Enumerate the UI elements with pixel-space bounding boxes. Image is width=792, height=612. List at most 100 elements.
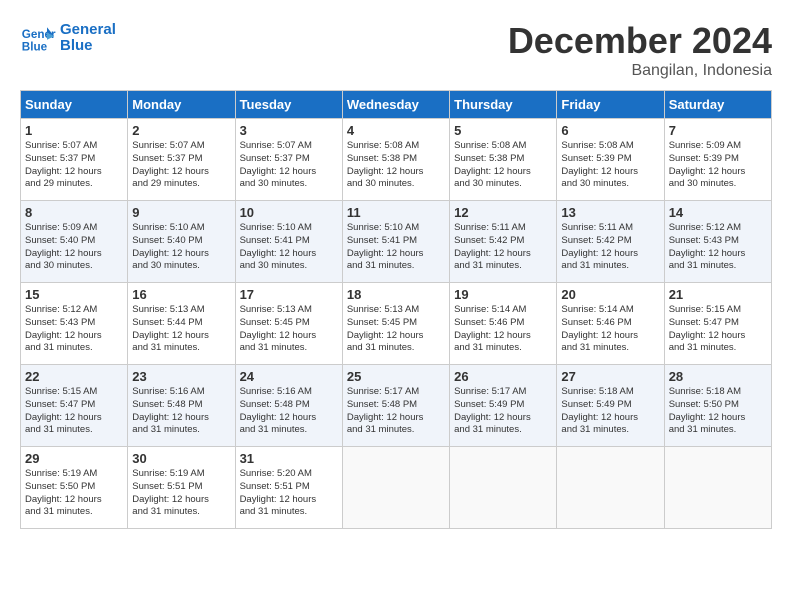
location-title: Bangilan, Indonesia <box>508 62 772 80</box>
day-number: 11 <box>347 205 445 220</box>
weekday-header-row: Sunday Monday Tuesday Wednesday Thursday… <box>21 91 772 119</box>
day-info: Sunrise: 5:07 AMSunset: 5:37 PMDaylight:… <box>132 140 230 191</box>
day-number: 18 <box>347 287 445 302</box>
day-number: 19 <box>454 287 552 302</box>
day-cell-31: 31 Sunrise: 5:20 AMSunset: 5:51 PMDayligh… <box>235 447 342 529</box>
day-info: Sunrise: 5:11 AMSunset: 5:42 PMDaylight:… <box>454 222 552 273</box>
day-info: Sunrise: 5:09 AMSunset: 5:40 PMDaylight:… <box>25 222 123 273</box>
day-info: Sunrise: 5:20 AMSunset: 5:51 PMDaylight:… <box>240 468 338 519</box>
day-info: Sunrise: 5:12 AMSunset: 5:43 PMDaylight:… <box>25 304 123 355</box>
day-number: 21 <box>669 287 767 302</box>
empty-cell <box>557 447 664 529</box>
day-cell-24: 24Sunrise: 5:16 AMSunset: 5:48 PMDayligh… <box>235 365 342 447</box>
day-number: 30 <box>132 451 230 466</box>
day-number: 16 <box>132 287 230 302</box>
day-info: Sunrise: 5:19 AMSunset: 5:51 PMDaylight:… <box>132 468 230 519</box>
day-info: Sunrise: 5:10 AMSunset: 5:41 PMDaylight:… <box>240 222 338 273</box>
day-info: Sunrise: 5:08 AMSunset: 5:38 PMDaylight:… <box>454 140 552 191</box>
day-info: Sunrise: 5:07 AMSunset: 5:37 PMDaylight:… <box>240 140 338 191</box>
day-info: Sunrise: 5:15 AMSunset: 5:47 PMDaylight:… <box>25 386 123 437</box>
day-number: 27 <box>561 369 659 384</box>
day-cell-17: 17 Sunrise: 5:13 AMSunset: 5:45 PMDayligh… <box>235 283 342 365</box>
day-cell-11: 11 Sunrise: 5:10 AMSunset: 5:41 PMDayligh… <box>342 201 449 283</box>
header-wednesday: Wednesday <box>342 91 449 119</box>
day-cell-18: 18 Sunrise: 5:13 AMSunset: 5:45 PMDayligh… <box>342 283 449 365</box>
day-number: 7 <box>669 123 767 138</box>
empty-cell <box>450 447 557 529</box>
day-info: Sunrise: 5:10 AMSunset: 5:41 PMDaylight:… <box>347 222 445 273</box>
day-cell-19: 19 Sunrise: 5:14 AMSunset: 5:46 PMDayligh… <box>450 283 557 365</box>
title-block: December 2024 Bangilan, Indonesia <box>508 20 772 80</box>
day-info: Sunrise: 5:16 AMSunset: 5:48 PMDaylight:… <box>240 386 338 437</box>
day-info: Sunrise: 5:18 AMSunset: 5:49 PMDaylight:… <box>561 386 659 437</box>
day-number: 25 <box>347 369 445 384</box>
day-number: 29 <box>25 451 123 466</box>
day-number: 3 <box>240 123 338 138</box>
header-monday: Monday <box>128 91 235 119</box>
day-info: Sunrise: 5:11 AMSunset: 5:42 PMDaylight:… <box>561 222 659 273</box>
day-cell-6: 6 Sunrise: 5:08 AMSunset: 5:39 PMDaylight… <box>557 119 664 201</box>
day-number: 23 <box>132 369 230 384</box>
day-cell-15: 15 Sunrise: 5:12 AMSunset: 5:43 PMDayligh… <box>21 283 128 365</box>
day-info: Sunrise: 5:15 AMSunset: 5:47 PMDaylight:… <box>669 304 767 355</box>
day-info: Sunrise: 5:08 AMSunset: 5:38 PMDaylight:… <box>347 140 445 191</box>
day-number: 8 <box>25 205 123 220</box>
header-sunday: Sunday <box>21 91 128 119</box>
day-cell-2: 2Sunrise: 5:07 AMSunset: 5:37 PMDaylight… <box>128 119 235 201</box>
calendar-body: 1Sunrise: 5:07 AMSunset: 5:37 PMDaylight… <box>21 119 772 529</box>
month-title: December 2024 <box>508 20 772 62</box>
day-number: 4 <box>347 123 445 138</box>
calendar-week-2: 8 Sunrise: 5:09 AMSunset: 5:40 PMDaylight… <box>21 201 772 283</box>
day-number: 17 <box>240 287 338 302</box>
day-number: 31 <box>240 451 338 466</box>
day-number: 15 <box>25 287 123 302</box>
day-number: 20 <box>561 287 659 302</box>
day-cell-16: 16Sunrise: 5:13 AMSunset: 5:44 PMDayligh… <box>128 283 235 365</box>
day-number: 14 <box>669 205 767 220</box>
day-number: 12 <box>454 205 552 220</box>
day-cell-21: 21 Sunrise: 5:15 AMSunset: 5:47 PMDayligh… <box>664 283 771 365</box>
day-cell-26: 26Sunrise: 5:17 AMSunset: 5:49 PMDayligh… <box>450 365 557 447</box>
day-info: Sunrise: 5:14 AMSunset: 5:46 PMDaylight:… <box>561 304 659 355</box>
logo-icon: General Blue <box>20 20 56 56</box>
day-cell-30: 30 Sunrise: 5:19 AMSunset: 5:51 PMDayligh… <box>128 447 235 529</box>
day-cell-7: 7 Sunrise: 5:09 AMSunset: 5:39 PMDaylight… <box>664 119 771 201</box>
day-info: Sunrise: 5:12 AMSunset: 5:43 PMDaylight:… <box>669 222 767 273</box>
calendar-week-3: 15 Sunrise: 5:12 AMSunset: 5:43 PMDayligh… <box>21 283 772 365</box>
day-info: Sunrise: 5:08 AMSunset: 5:39 PMDaylight:… <box>561 140 659 191</box>
day-cell-13: 13 Sunrise: 5:11 AMSunset: 5:42 PMDayligh… <box>557 201 664 283</box>
day-number: 6 <box>561 123 659 138</box>
day-info: Sunrise: 5:14 AMSunset: 5:46 PMDaylight:… <box>454 304 552 355</box>
calendar-week-1: 1Sunrise: 5:07 AMSunset: 5:37 PMDaylight… <box>21 119 772 201</box>
day-cell-9: 9Sunrise: 5:10 AMSunset: 5:40 PMDaylight… <box>128 201 235 283</box>
logo-line1: General <box>60 22 116 39</box>
day-info: Sunrise: 5:17 AMSunset: 5:48 PMDaylight:… <box>347 386 445 437</box>
day-number: 13 <box>561 205 659 220</box>
page-header: General Blue General Blue December 2024 … <box>20 20 772 80</box>
header-thursday: Thursday <box>450 91 557 119</box>
day-number: 22 <box>25 369 123 384</box>
day-cell-12: 12 Sunrise: 5:11 AMSunset: 5:42 PMDayligh… <box>450 201 557 283</box>
logo: General Blue General Blue <box>20 20 116 56</box>
day-cell-27: 27 Sunrise: 5:18 AMSunset: 5:49 PMDayligh… <box>557 365 664 447</box>
day-info: Sunrise: 5:13 AMSunset: 5:45 PMDaylight:… <box>240 304 338 355</box>
calendar-table: Sunday Monday Tuesday Wednesday Thursday… <box>20 90 772 529</box>
day-cell-8: 8 Sunrise: 5:09 AMSunset: 5:40 PMDaylight… <box>21 201 128 283</box>
svg-text:Blue: Blue <box>22 41 48 54</box>
day-cell-4: 4 Sunrise: 5:08 AMSunset: 5:38 PMDaylight… <box>342 119 449 201</box>
day-cell-10: 10Sunrise: 5:10 AMSunset: 5:41 PMDayligh… <box>235 201 342 283</box>
day-info: Sunrise: 5:16 AMSunset: 5:48 PMDaylight:… <box>132 386 230 437</box>
header-friday: Friday <box>557 91 664 119</box>
header-saturday: Saturday <box>664 91 771 119</box>
day-info: Sunrise: 5:13 AMSunset: 5:45 PMDaylight:… <box>347 304 445 355</box>
day-number: 26 <box>454 369 552 384</box>
logo-line2: Blue <box>60 38 116 55</box>
day-number: 28 <box>669 369 767 384</box>
calendar-week-4: 22 Sunrise: 5:15 AMSunset: 5:47 PMDayligh… <box>21 365 772 447</box>
day-cell-23: 23 Sunrise: 5:16 AMSunset: 5:48 PMDayligh… <box>128 365 235 447</box>
day-info: Sunrise: 5:09 AMSunset: 5:39 PMDaylight:… <box>669 140 767 191</box>
empty-cell <box>664 447 771 529</box>
day-info: Sunrise: 5:10 AMSunset: 5:40 PMDaylight:… <box>132 222 230 273</box>
day-info: Sunrise: 5:07 AMSunset: 5:37 PMDaylight:… <box>25 140 123 191</box>
empty-cell <box>342 447 449 529</box>
